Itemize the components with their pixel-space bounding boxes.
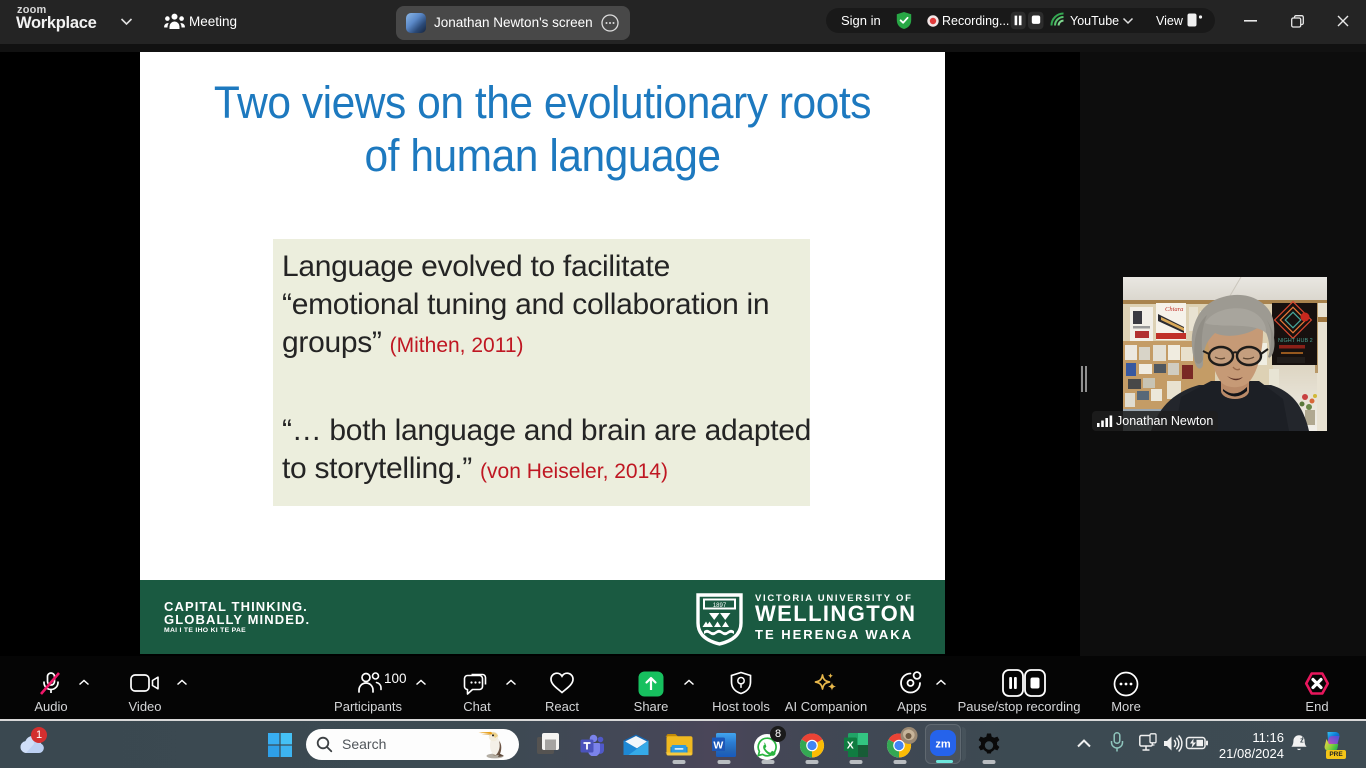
svg-text:X: X xyxy=(847,740,854,752)
svg-text:W: W xyxy=(713,740,723,752)
svg-text:Chiara: Chiara xyxy=(1165,306,1183,313)
svg-text:zm: zm xyxy=(935,739,951,751)
svg-text:1897: 1897 xyxy=(713,603,727,609)
svg-text:NIGHT HUB 2: NIGHT HUB 2 xyxy=(1278,338,1313,344)
